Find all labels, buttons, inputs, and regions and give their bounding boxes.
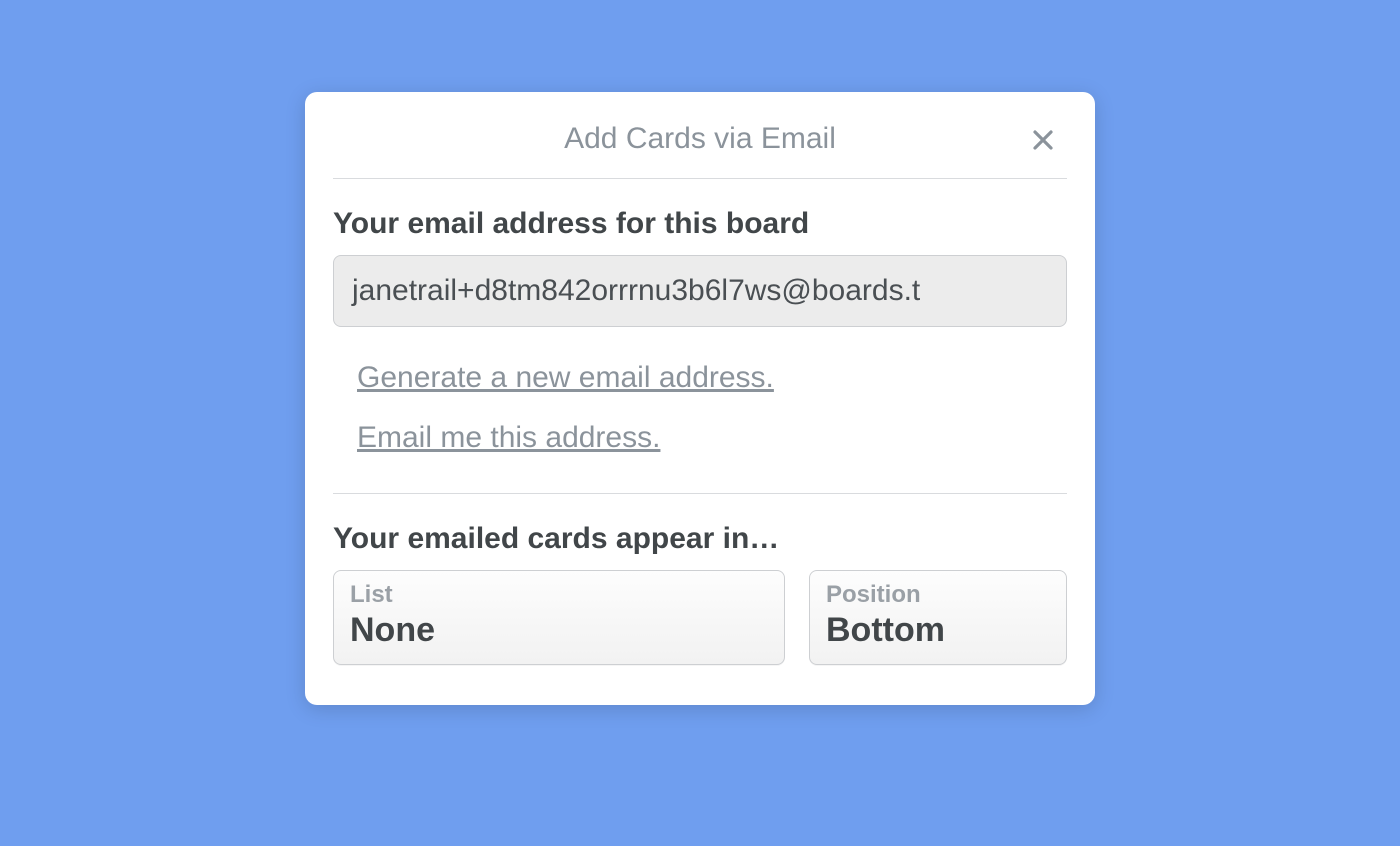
email-me-address-link[interactable]: Email me this address. — [357, 421, 660, 455]
add-cards-via-email-modal: Add Cards via Email Your email address f… — [305, 92, 1095, 705]
position-selector-label: Position — [826, 581, 1050, 609]
board-email-field[interactable]: janetrail+d8tm842orrrnu3b6l7ws@boards.t — [333, 255, 1067, 327]
email-links: Generate a new email address. Email me t… — [333, 361, 1067, 481]
close-button[interactable] — [1025, 122, 1061, 158]
position-selector[interactable]: Position Bottom — [809, 570, 1067, 665]
cards-appear-section: Your emailed cards appear in… List None … — [333, 522, 1067, 665]
email-address-section: Your email address for this board janetr… — [333, 207, 1067, 481]
modal-title: Add Cards via Email — [564, 122, 836, 156]
generate-new-email-link[interactable]: Generate a new email address. — [357, 361, 774, 395]
modal-header: Add Cards via Email — [333, 92, 1067, 179]
close-icon — [1031, 122, 1055, 158]
section-divider — [333, 493, 1067, 494]
list-selector[interactable]: List None — [333, 570, 785, 665]
selectors-row: List None Position Bottom — [333, 570, 1067, 665]
cards-appear-heading: Your emailed cards appear in… — [333, 522, 1067, 556]
email-address-heading: Your email address for this board — [333, 207, 1067, 241]
position-selector-value: Bottom — [826, 611, 1050, 650]
list-selector-label: List — [350, 581, 768, 609]
list-selector-value: None — [350, 611, 768, 650]
